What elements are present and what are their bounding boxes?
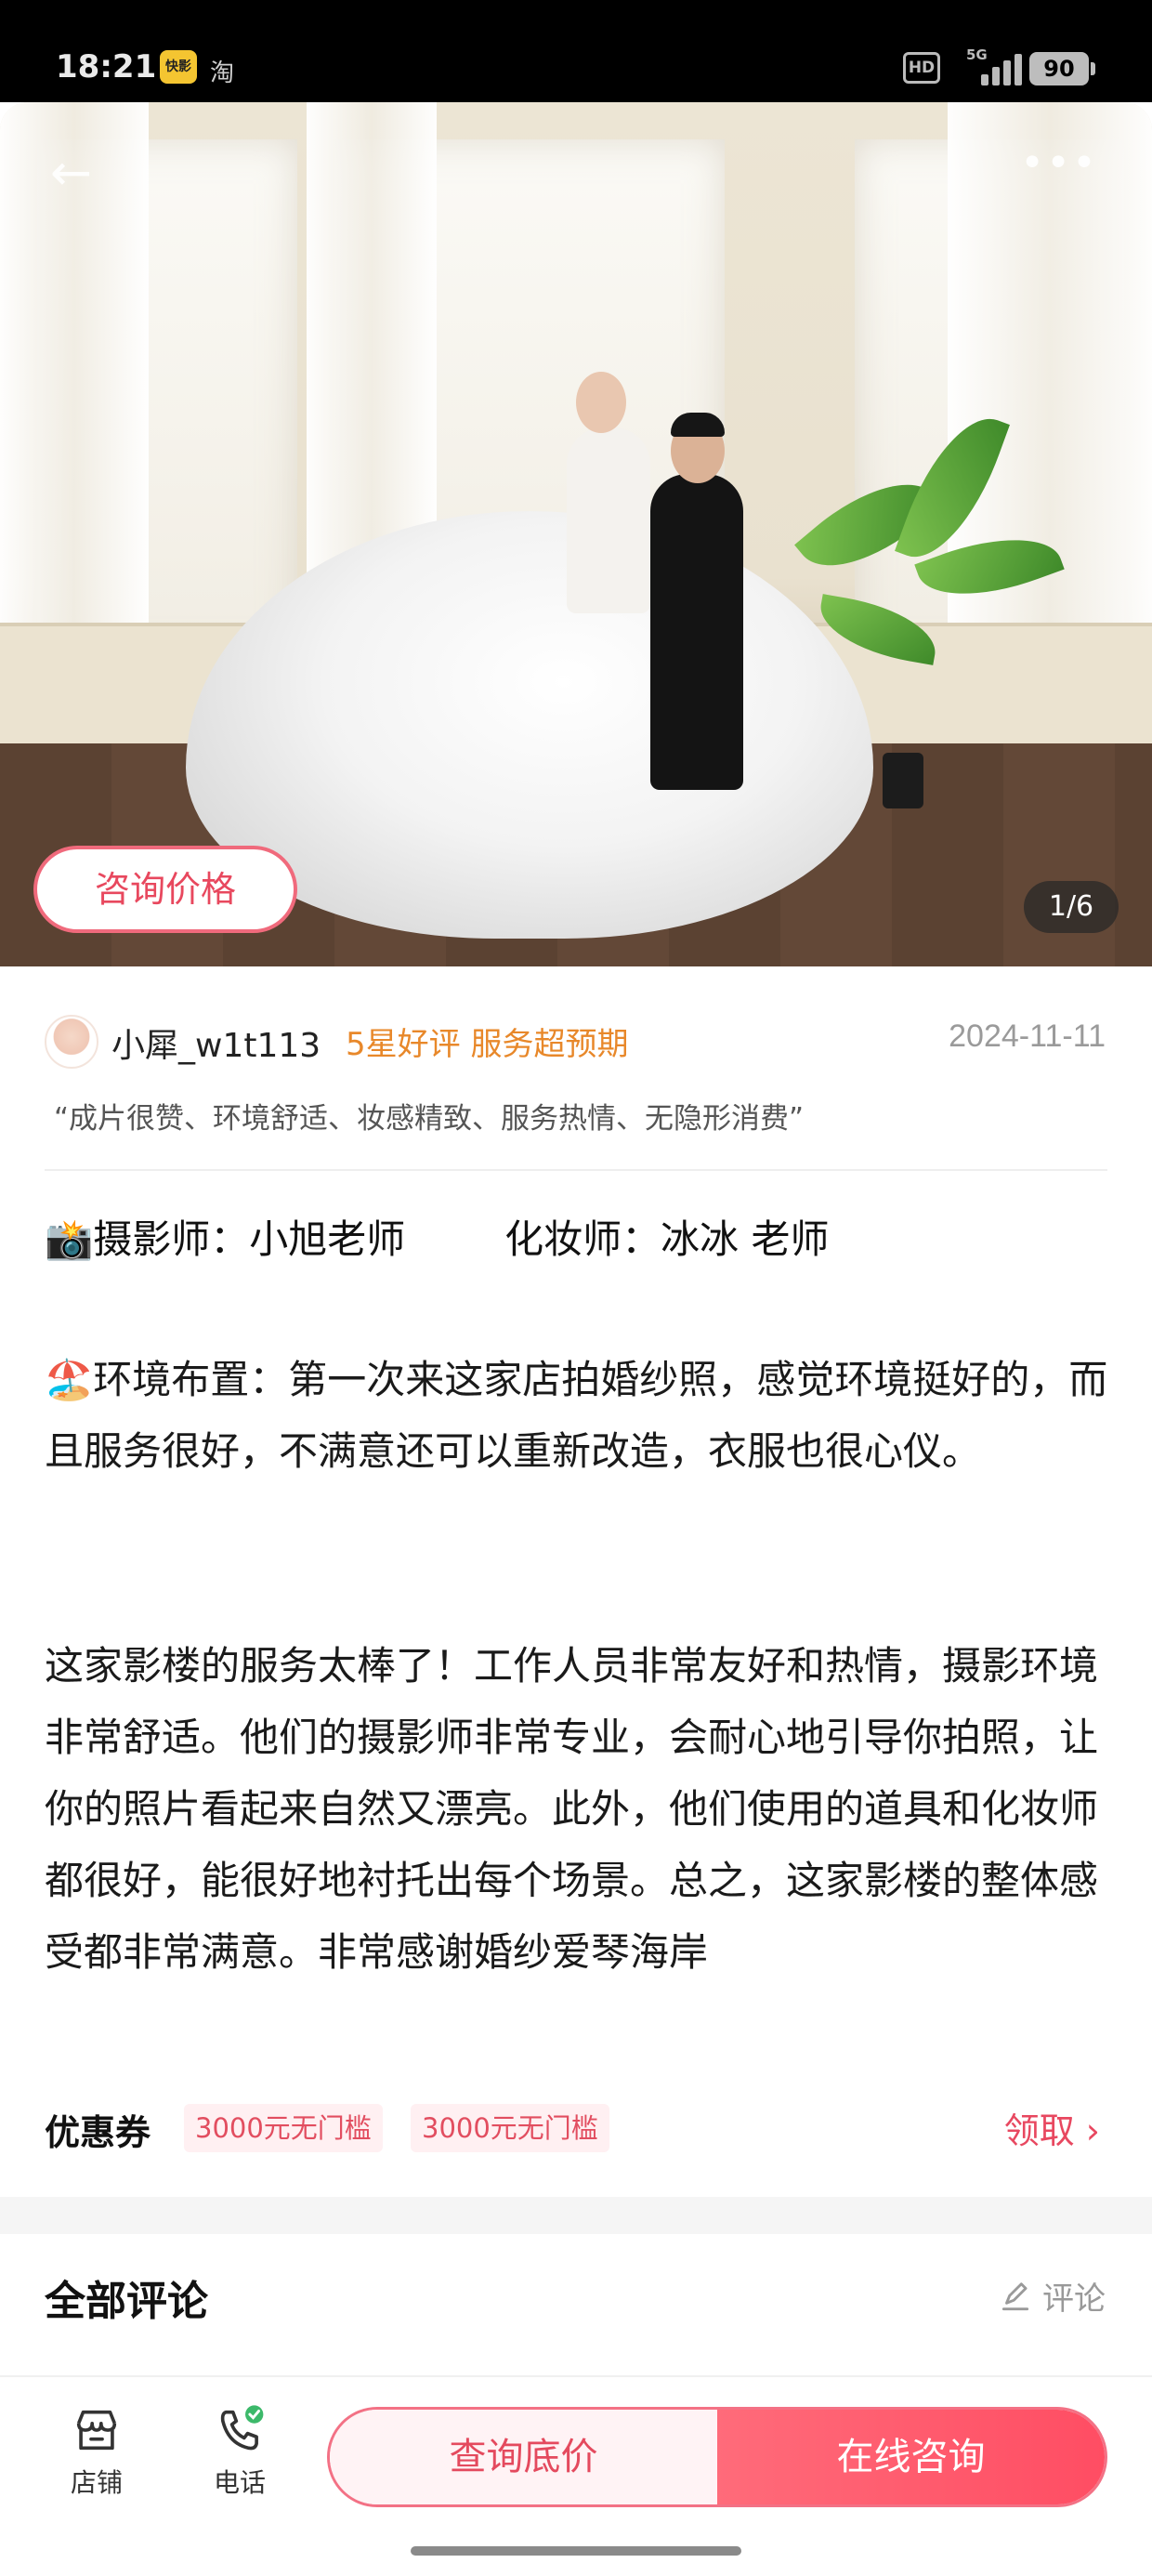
online-consult-button[interactable]: 在线咨询: [717, 2410, 1105, 2504]
avatar[interactable]: [45, 1015, 98, 1069]
back-arrow-icon[interactable]: ←: [50, 143, 92, 202]
signal-icon: [975, 54, 1022, 85]
store-icon: [76, 2410, 117, 2451]
store-label: 店铺: [70, 2467, 123, 2498]
review-paragraph: 这家影楼的服务太棒了！工作人员非常友好和热情，摄影环境非常舒适。他们的摄影师非常…: [45, 1643, 1099, 1975]
status-bar: 18:21 快影 淘 HD 5G 90: [0, 0, 1152, 102]
taobao-app-icon: 淘: [210, 59, 235, 87]
consult-price-button[interactable]: 咨询价格: [33, 846, 297, 933]
all-comments-title: 全部评论: [45, 2278, 208, 2325]
groom: [650, 474, 743, 790]
coupon-label: 优惠券: [45, 2112, 151, 2153]
image-page-indicator: 1/6: [1024, 881, 1119, 933]
plant-pot: [883, 753, 923, 808]
home-indicator[interactable]: [411, 2546, 741, 2556]
username[interactable]: 小犀_w1t113: [111, 1019, 321, 1067]
rating-tag: 5星好评 服务超预期: [346, 1026, 629, 1063]
battery-icon: 90: [1029, 52, 1095, 85]
write-comment-button[interactable]: 评论: [998, 2273, 1106, 2319]
phone-tab[interactable]: 电话: [193, 2403, 286, 2500]
bride: [567, 427, 650, 613]
coupon-chip[interactable]: 3000元无门槛: [184, 2104, 383, 2152]
kuaiying-app-icon: 快影: [160, 50, 197, 84]
hero-photo[interactable]: ← ••• 咨询价格 1/6: [0, 102, 1152, 966]
claim-coupon-link[interactable]: 领取 ›: [1004, 2102, 1100, 2153]
review-date: 2024-11-11: [949, 1019, 1106, 1054]
query-lowest-price-button[interactable]: 查询底价: [330, 2410, 717, 2504]
bride-head: [576, 372, 626, 433]
phone-icon: [220, 2405, 264, 2451]
review-paragraph: 🏖️环境布置：第一次来这家店拍婚纱照，感觉环境挺好的，而且服务很好，不满意还可以…: [45, 1357, 1108, 1474]
phone-label: 电话: [213, 2467, 266, 2498]
pen-icon: [1001, 2282, 1029, 2311]
more-icon[interactable]: •••: [1020, 139, 1098, 187]
credits-line: 📸摄影师：小旭老师 化妆师：冰冰 老师: [45, 1216, 830, 1262]
hd-icon: HD: [903, 52, 940, 84]
groom-hair: [671, 413, 725, 437]
action-button-group: 查询底价 在线咨询: [327, 2407, 1107, 2507]
status-time: 18:21: [56, 48, 157, 85]
section-gap: [0, 2197, 1152, 2234]
comment-label: 评论: [1042, 2280, 1106, 2318]
store-tab[interactable]: 店铺: [50, 2403, 143, 2500]
divider: [45, 1169, 1107, 1171]
coupon-chip[interactable]: 3000元无门槛: [411, 2104, 609, 2152]
review-quote: “成片很赞、环境舒适、妆感精致、服务热情、无隐形消费”: [54, 1102, 805, 1136]
